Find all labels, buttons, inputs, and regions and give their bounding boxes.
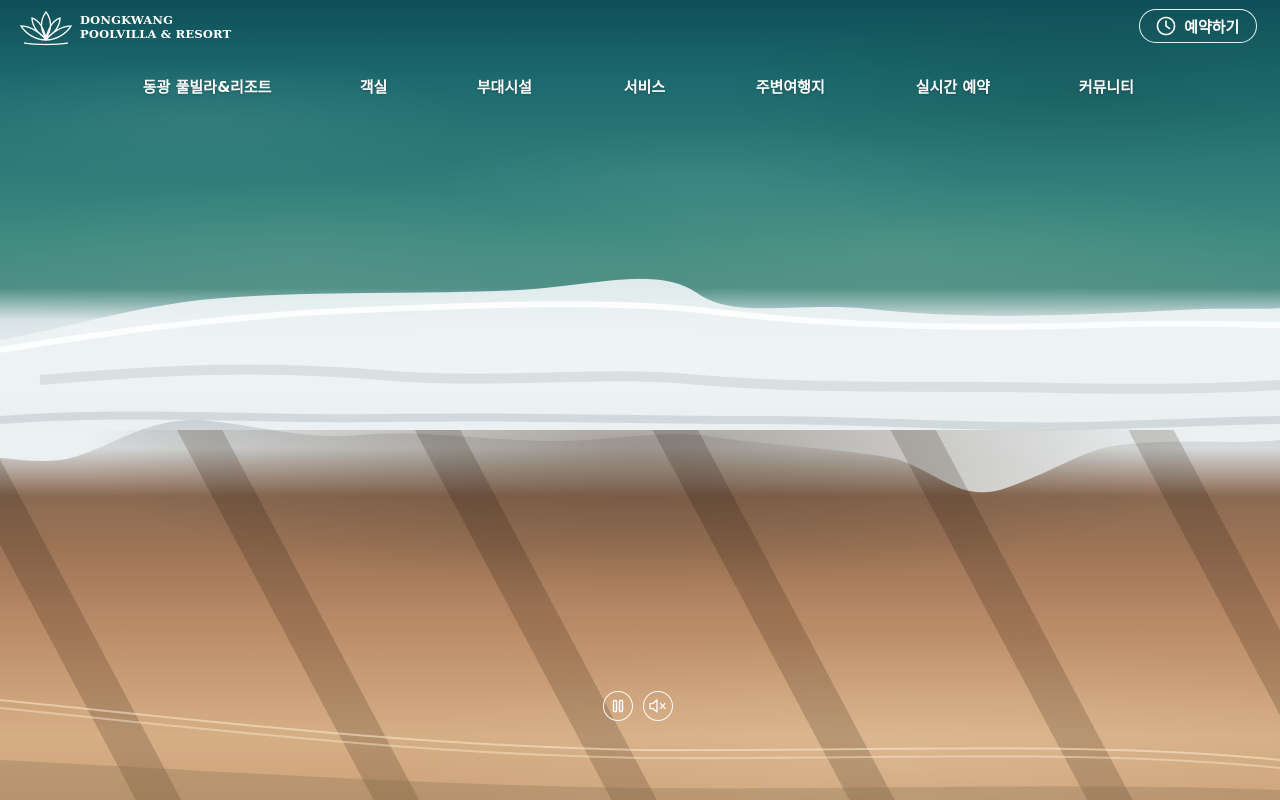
nav-item-about[interactable]: 동광 풀빌라&리조트 [143, 76, 272, 97]
pause-icon [612, 699, 624, 713]
nav-item-attractions[interactable]: 주변여행지 [756, 76, 825, 97]
lotus-logo-icon [19, 10, 73, 46]
clock-icon [1157, 16, 1176, 36]
site-header: DONGKWANG POOLVILLA & RESORT 예약하기 동광 풀빌라… [0, 0, 1280, 110]
brand-logo[interactable]: DONGKWANG POOLVILLA & RESORT [18, 8, 231, 46]
pause-button[interactable] [603, 691, 633, 721]
brand-name: DONGKWANG POOLVILLA & RESORT [80, 13, 231, 41]
nav-item-facilities[interactable]: 부대시설 [477, 76, 532, 97]
main-nav: 동광 풀빌라&리조트 객실 부대시설 서비스 주변여행지 실시간 예약 커뮤니티 [0, 76, 1280, 100]
mute-button[interactable] [643, 691, 673, 721]
video-controls [603, 691, 673, 721]
hero-video-background: DONGKWANG POOLVILLA & RESORT 예약하기 동광 풀빌라… [0, 0, 1280, 800]
brand-line1: DONGKWANG [80, 13, 174, 27]
nav-item-booking[interactable]: 실시간 예약 [916, 76, 990, 97]
mute-icon [649, 699, 666, 713]
nav-item-community[interactable]: 커뮤니티 [1079, 76, 1134, 97]
brand-line2: POOLVILLA & RESORT [80, 27, 232, 41]
reserve-button[interactable]: 예약하기 [1139, 9, 1257, 43]
reserve-label: 예약하기 [1184, 17, 1240, 36]
nav-item-rooms[interactable]: 객실 [360, 76, 388, 97]
nav-item-services[interactable]: 서비스 [624, 76, 665, 97]
